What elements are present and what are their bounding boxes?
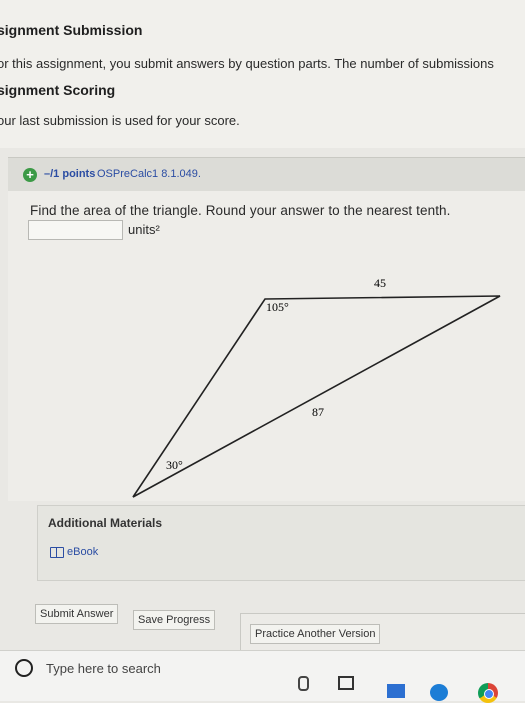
- assignment-scoring-text: our last submission is used for your sco…: [0, 113, 240, 128]
- microphone-icon[interactable]: [298, 676, 309, 691]
- additional-materials-box: Additional Materials eBook: [37, 505, 525, 581]
- question-source-id[interactable]: OSPreCalc1 8.1.049.: [97, 168, 201, 180]
- question-points: –/1 points: [44, 168, 96, 180]
- book-icon: [50, 546, 64, 558]
- practice-another-version-button[interactable]: Practice Another Version: [250, 624, 381, 644]
- ebook-label: eBook: [67, 546, 99, 558]
- triangle-figure: 105° 30° 45 87: [132, 276, 501, 498]
- edge-browser-icon[interactable]: [430, 684, 448, 701]
- side-top-label: 45: [374, 276, 386, 290]
- triangle-shape: [132, 295, 501, 498]
- question-header: + –/1 points OSPreCalc1 8.1.049.: [8, 157, 525, 192]
- expand-plus-icon[interactable]: +: [23, 168, 37, 182]
- chrome-icon[interactable]: [478, 683, 498, 703]
- assignment-submission-heading: signment Submission: [0, 22, 143, 38]
- ebook-link[interactable]: eBook: [50, 546, 98, 558]
- question-body: Find the area of the triangle. Round you…: [8, 191, 525, 501]
- file-explorer-icon[interactable]: [387, 684, 405, 698]
- side-right-label: 87: [312, 405, 324, 419]
- assignment-submission-text: or this assignment, you submit answers b…: [0, 56, 494, 71]
- angle-top-label: 105°: [266, 300, 289, 314]
- save-progress-button[interactable]: Save Progress: [133, 610, 216, 630]
- additional-materials-title: Additional Materials: [48, 516, 163, 530]
- task-view-icon[interactable]: [338, 676, 354, 690]
- angle-bottom-label: 30°: [166, 458, 183, 472]
- taskbar-search-input[interactable]: Type here to search: [46, 661, 161, 676]
- windows-taskbar: Type here to search: [0, 650, 525, 703]
- assignment-scoring-heading: signment Scoring: [0, 82, 116, 98]
- assignment-info-section: signment Submission or this assignment, …: [0, 0, 525, 148]
- search-circle-icon[interactable]: [15, 659, 33, 677]
- submit-answer-button[interactable]: Submit Answer: [35, 604, 119, 624]
